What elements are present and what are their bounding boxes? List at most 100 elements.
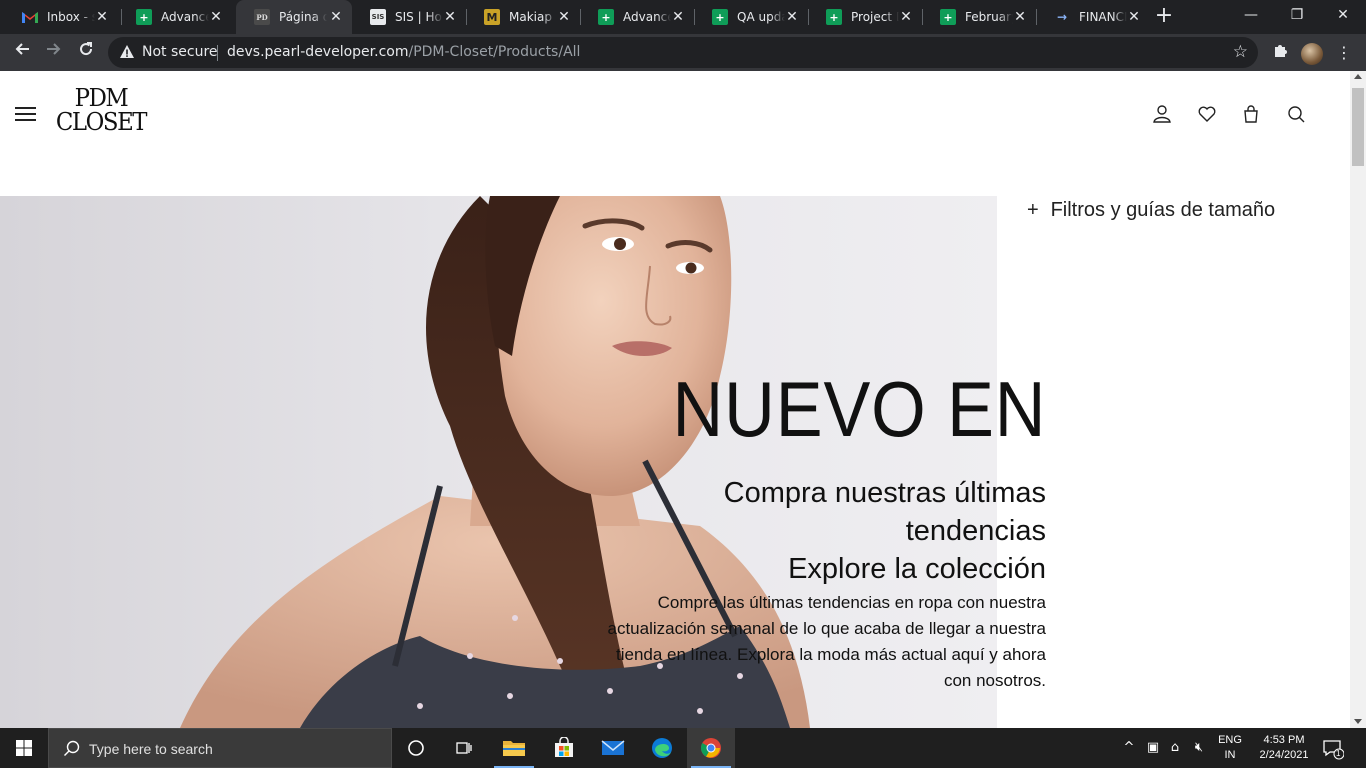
close-window-button[interactable]: ✕ [1320,0,1366,30]
folder-icon [503,741,525,756]
bookmark-star-icon[interactable]: ☆ [1233,42,1248,62]
reload-button[interactable] [74,40,98,64]
explore-collection-link[interactable]: Explore la colección [666,550,1046,588]
browser-tab[interactable]: + Project D ✕ [808,0,922,34]
microsoft-store-button[interactable] [540,728,588,768]
start-button[interactable] [0,728,48,768]
hero-description: Compre las últimas tendencias en ropa co… [607,593,1046,690]
close-icon[interactable]: ✕ [442,9,458,25]
forward-arrow-icon [47,43,61,55]
browser-tab[interactable]: M Makiap ✕ [466,0,580,34]
browser-tab[interactable]: Inbox - su ✕ [4,0,118,34]
user-account-icon[interactable] [1151,103,1173,125]
task-view-button[interactable] [440,728,488,768]
url-host: devs.pearl-developer.com [227,44,409,60]
site-logo[interactable]: PDM CLOSET [54,84,148,136]
close-icon[interactable]: ✕ [784,9,800,25]
logo-line-2: CLOSET [55,108,148,136]
hero-title: NUEVO EN [672,365,1046,453]
url-text[interactable]: devs.pearl-developer.com/PDM-Closet/Prod… [227,44,580,60]
input-language-indicator[interactable]: ENG IN [1212,733,1248,763]
scroll-down-arrow-icon[interactable] [1354,719,1362,724]
back-arrow-icon [15,43,29,55]
cortana-button[interactable] [392,728,440,768]
search-icon[interactable] [1285,103,1307,125]
scroll-up-arrow-icon[interactable] [1354,74,1362,79]
security-label[interactable]: Not secure [142,44,218,60]
hamburger-menu-icon[interactable] [15,107,36,121]
close-icon[interactable]: ✕ [898,9,914,25]
tab-title: Makiap [509,10,552,24]
browser-tab[interactable]: + Advanced ✕ [580,0,694,34]
page-scrollbar[interactable] [1350,71,1366,728]
action-center-button[interactable]: 1 [1322,738,1345,760]
restore-button[interactable]: ❐ [1274,0,1320,30]
meet-now-icon[interactable]: ▣ [1144,740,1162,755]
tab-title: Inbox - su [47,10,95,24]
sheets-icon: + [598,9,614,25]
store-bag-icon [555,737,573,757]
tab-title: FINANCIA [1079,10,1127,24]
browser-tab[interactable]: + February ✕ [922,0,1036,34]
network-icon[interactable]: ⌂ [1166,740,1184,755]
warning-icon[interactable] [119,44,135,60]
sheets-icon: + [136,9,152,25]
taskbar-search-box[interactable]: Type here to search [48,728,392,768]
extensions-puzzle-icon[interactable] [1268,41,1292,65]
close-icon[interactable]: ✕ [1012,9,1028,25]
shopping-bag-icon[interactable] [1240,103,1262,125]
url-path: /PDM-Closet/Products/All [408,44,581,60]
browser-tab[interactable]: SIS SIS | Hom ✕ [352,0,466,34]
close-icon[interactable]: ✕ [670,9,686,25]
file-explorer-button[interactable] [490,728,538,768]
chrome-icon [700,738,721,758]
mail-button[interactable] [589,728,637,768]
scroll-thumb[interactable] [1352,88,1364,166]
reload-icon [80,42,93,56]
clock-time: 4:53 PM [1263,734,1305,746]
new-tab-button[interactable]: + [1152,5,1176,29]
close-icon[interactable]: ✕ [208,9,224,25]
wishlist-heart-icon[interactable] [1196,103,1218,125]
close-icon[interactable]: ✕ [328,9,344,25]
pdm-icon: PD [254,9,270,25]
tab-title: Project D [851,10,899,24]
edge-icon [652,738,672,758]
sheets-icon: + [826,9,842,25]
hero-subtitle-line-1: Compra nuestras últimas [723,477,1046,509]
plus-icon: + [1027,199,1039,221]
system-clock[interactable]: 4:53 PM 2/24/2021 [1254,733,1314,763]
more-menu-icon[interactable]: ⋮ [1332,41,1356,65]
sheets-icon: + [712,9,728,25]
tray-overflow-chevron-icon[interactable]: ^ [1120,740,1138,755]
logo-line-1: PDM [74,84,129,112]
back-button[interactable] [10,40,34,64]
browser-tab[interactable]: → FINANCIA ✕ [1036,0,1150,34]
search-icon [64,740,80,756]
profile-avatar[interactable] [1301,43,1323,65]
filters-size-guide-toggle[interactable]: + Filtros y guías de tamaño [1027,199,1275,222]
makiap-icon: M [484,9,500,25]
forward-button[interactable] [42,40,66,64]
minimize-button[interactable]: — [1228,0,1274,30]
task-view-icon [456,742,472,754]
filters-label: Filtros y guías de tamaño [1050,199,1276,221]
browser-tab-active[interactable]: PD Página de ✕ [236,0,352,34]
omnibox-divider [217,45,218,61]
windows-taskbar: Type here to search ^ ▣ ⌂ 🔇︎ ENG IN 4:53… [0,728,1366,768]
windows-logo-icon [16,740,32,756]
cortana-circle-icon [408,740,424,756]
address-bar[interactable]: Not secure devs.pearl-developer.com/PDM-… [108,37,1258,68]
volume-muted-icon[interactable]: 🔇︎ [1190,740,1208,755]
tab-title: Advanced [623,10,671,24]
browser-tab[interactable]: + Advanced ✕ [118,0,232,34]
sis-icon: SIS [370,9,386,25]
sheets-icon: + [940,9,956,25]
chrome-browser-button[interactable] [687,728,735,768]
close-icon[interactable]: ✕ [556,9,572,25]
browser-tab[interactable]: + QA upda ✕ [694,0,808,34]
edge-browser-button[interactable] [638,728,686,768]
clock-date: 2/24/2021 [1259,749,1309,761]
close-icon[interactable]: ✕ [94,9,110,25]
close-icon[interactable]: ✕ [1126,9,1142,25]
